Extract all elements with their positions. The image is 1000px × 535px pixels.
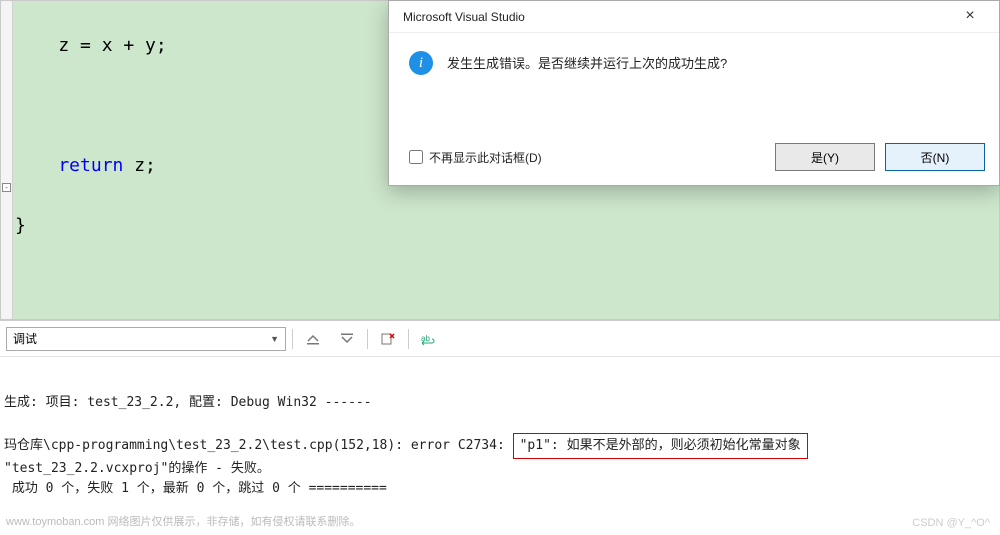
svg-text:ab: ab xyxy=(421,334,430,343)
dont-show-again-checkbox[interactable]: 不再显示此对话框(D) xyxy=(409,149,765,166)
toolbar-separator xyxy=(408,329,409,349)
toolbar-separator xyxy=(367,329,368,349)
output-line: 生成: 项目: test_23_2.2, 配置: Debug Win32 ---… xyxy=(4,395,372,410)
build-error-dialog: Microsoft Visual Studio × i 发生生成错误。是否继续并… xyxy=(388,0,1000,186)
fold-toggle-icon[interactable]: - xyxy=(2,183,11,192)
watermark-left: www.toymoban.com 网络图片仅供展示，非存储，如有侵权请联系删除。 xyxy=(6,513,360,529)
clear-all-icon[interactable] xyxy=(374,327,402,351)
close-icon[interactable]: × xyxy=(947,5,993,29)
error-highlight: "p1": 如果不是外部的，则必须初始化常量对象 xyxy=(513,433,808,459)
brace: } xyxy=(15,215,26,236)
combo-value: 调试 xyxy=(13,330,37,347)
checkbox-input[interactable] xyxy=(409,150,423,164)
output-line: 玛仓库\cpp-programming\test_23_2.2\test.cpp… xyxy=(4,438,513,453)
code-text: z; xyxy=(123,155,156,176)
toolbar-separator xyxy=(292,329,293,349)
output-panel: 调试 ▼ ab 生成: 项目: test_23_2.2, 配置: Debug W… xyxy=(0,320,1000,535)
prev-message-icon[interactable] xyxy=(299,327,327,351)
checkbox-label: 不再显示此对话框(D) xyxy=(429,149,542,166)
no-button[interactable]: 否(N) xyxy=(885,143,985,171)
info-icon: i xyxy=(409,51,433,75)
keyword: return xyxy=(15,155,123,176)
watermark-right: CSDN @Y_^O^ xyxy=(912,517,990,529)
output-source-combo[interactable]: 调试 ▼ xyxy=(6,327,286,351)
chevron-down-icon: ▼ xyxy=(270,334,279,344)
output-line: "test_23_2.2.vcxproj"的操作 - 失败。 xyxy=(4,461,270,476)
dialog-title: Microsoft Visual Studio xyxy=(403,10,947,24)
next-message-icon[interactable] xyxy=(333,327,361,351)
dialog-message: 发生生成错误。是否继续并运行上次的成功生成? xyxy=(447,51,727,103)
gutter xyxy=(1,1,13,319)
dialog-footer: 不再显示此对话框(D) 是(Y) 否(N) xyxy=(389,133,999,185)
dialog-titlebar[interactable]: Microsoft Visual Studio × xyxy=(389,1,999,33)
output-toolbar: 调试 ▼ ab xyxy=(0,321,1000,357)
word-wrap-icon[interactable]: ab xyxy=(415,327,443,351)
output-text[interactable]: 生成: 项目: test_23_2.2, 配置: Debug Win32 ---… xyxy=(0,357,1000,527)
dialog-body: i 发生生成错误。是否继续并运行上次的成功生成? xyxy=(389,33,999,133)
yes-button[interactable]: 是(Y) xyxy=(775,143,875,171)
code-text: z = x + y; xyxy=(15,35,167,56)
output-line: 成功 0 个，失败 1 个，最新 0 个，跳过 0 个 ========== xyxy=(4,481,387,496)
